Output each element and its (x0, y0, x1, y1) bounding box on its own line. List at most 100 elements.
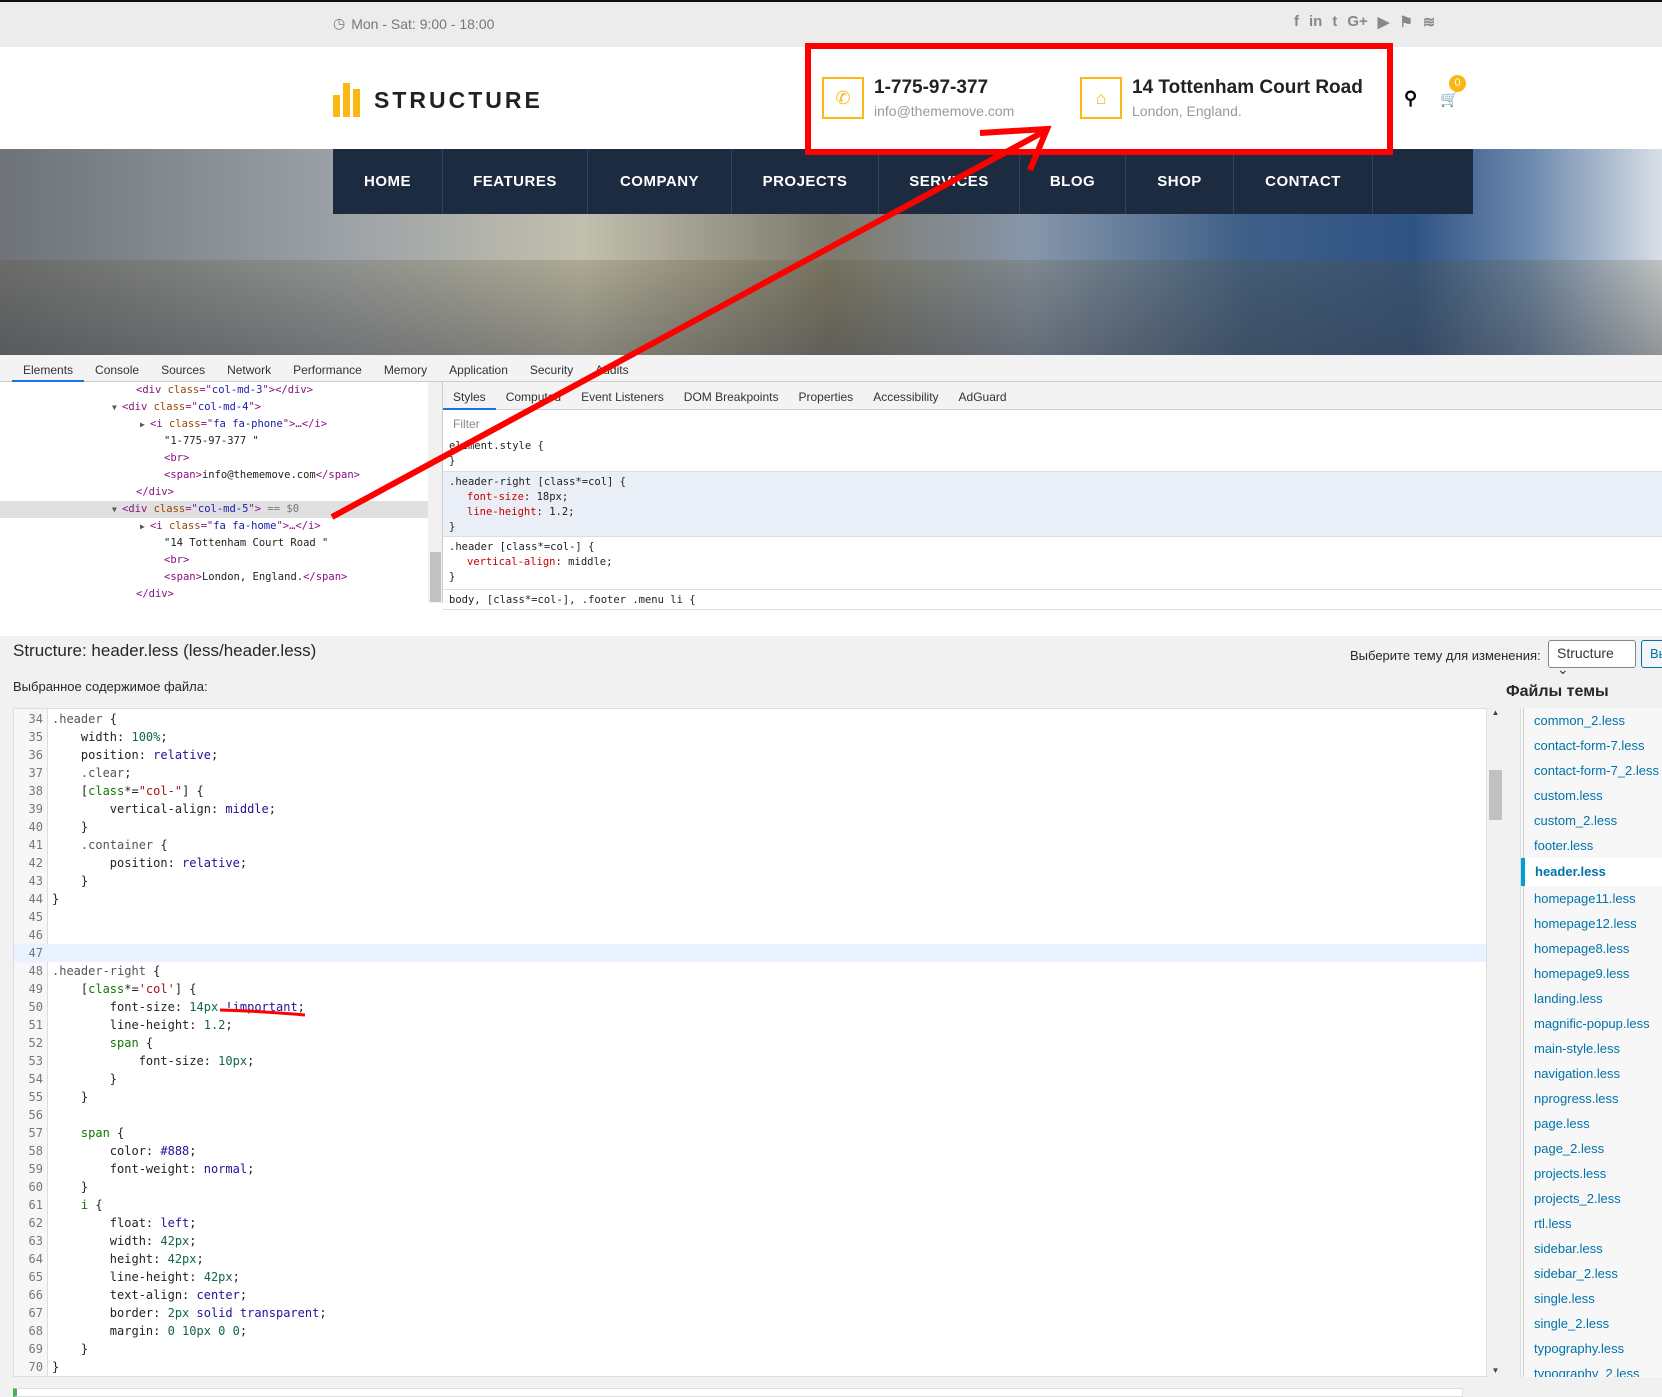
code-line[interactable]: 66 text-align: center; (14, 1286, 1486, 1304)
nav-blog[interactable]: BLOG (1020, 149, 1126, 214)
code-line[interactable]: 35 width: 100%; (14, 728, 1486, 746)
rss-icon[interactable]: ≋ (1423, 13, 1436, 31)
file-link[interactable]: landing.less (1523, 986, 1662, 1011)
file-link[interactable]: rtl.less (1523, 1211, 1662, 1236)
code-line[interactable]: 44} (14, 890, 1486, 908)
code-line[interactable]: 47 (14, 944, 1486, 962)
code-line[interactable]: 55 } (14, 1088, 1486, 1106)
google-plus-icon[interactable]: G+ (1347, 13, 1367, 31)
rule-property[interactable]: font-size: 18px; (449, 490, 1656, 505)
devtools-tab-sources[interactable]: Sources (150, 355, 216, 382)
file-link[interactable]: nprogress.less (1523, 1086, 1662, 1111)
devtools-tab-performance[interactable]: Performance (282, 355, 373, 382)
twitter-icon[interactable]: t (1332, 13, 1337, 31)
code-line[interactable]: 46 (14, 926, 1486, 944)
code-line[interactable]: 52 span { (14, 1034, 1486, 1052)
code-line[interactable]: 69 } (14, 1340, 1486, 1358)
file-link[interactable]: single_2.less (1523, 1311, 1662, 1336)
dom-node[interactable]: </div> (0, 484, 428, 501)
code-line[interactable]: 62 float: left; (14, 1214, 1486, 1232)
nav-company[interactable]: COMPANY (588, 149, 732, 214)
code-line[interactable]: 51 line-height: 1.2; (14, 1016, 1486, 1034)
disclosure-triangle-icon[interactable]: ▼ (112, 399, 122, 416)
code-line[interactable]: 64 height: 42px; (14, 1250, 1486, 1268)
code-line[interactable]: 70} (14, 1358, 1486, 1376)
file-link[interactable]: page.less (1523, 1111, 1662, 1136)
linkedin-icon[interactable]: in (1309, 13, 1322, 31)
rule-property[interactable]: line-height: 1.2; (449, 505, 1656, 520)
code-line[interactable]: 63 width: 42px; (14, 1232, 1486, 1250)
file-link[interactable]: common_2.less (1523, 708, 1662, 733)
file-link[interactable]: projects_2.less (1523, 1186, 1662, 1211)
disclosure-triangle-icon[interactable]: ▶ (140, 416, 150, 433)
styles-tab-dom-breakpoints[interactable]: DOM Breakpoints (674, 382, 789, 410)
devtools-tab-application[interactable]: Application (438, 355, 519, 382)
facebook-icon[interactable]: f (1294, 13, 1299, 31)
logo[interactable]: STRUCTURE (333, 83, 543, 117)
file-link[interactable]: page_2.less (1523, 1136, 1662, 1161)
dom-node[interactable]: "1-775-97-377 " (0, 433, 428, 450)
select-theme-button[interactable]: Выбрать (1641, 640, 1662, 668)
devtools-tab-memory[interactable]: Memory (373, 355, 438, 382)
code-line[interactable]: 42 position: relative; (14, 854, 1486, 872)
code-line[interactable]: 53 font-size: 10px; (14, 1052, 1486, 1070)
dom-node[interactable]: <br> (0, 450, 428, 467)
file-link[interactable]: custom_2.less (1523, 808, 1662, 833)
nav-features[interactable]: FEATURES (443, 149, 588, 214)
code-line[interactable]: 50 font-size: 14px !important; (14, 998, 1486, 1016)
file-link[interactable]: homepage12.less (1523, 911, 1662, 936)
nav-projects[interactable]: PROJECTS (732, 149, 879, 214)
file-link[interactable]: typography.less (1523, 1336, 1662, 1361)
devtools-tab-elements[interactable]: Elements (12, 355, 85, 382)
styles-tab-adguard[interactable]: AdGuard (949, 382, 1017, 410)
rule-property[interactable]: vertical-align: middle; (449, 555, 1656, 570)
code-line[interactable]: 41 .container { (14, 836, 1486, 854)
code-line[interactable]: 40 } (14, 818, 1486, 836)
code-line[interactable]: 38 [class*="col-"] { (14, 782, 1486, 800)
code-line[interactable]: 54 } (14, 1070, 1486, 1088)
dom-node[interactable]: </div> (0, 586, 428, 603)
cart-icon[interactable]: 🛒 (1440, 90, 1459, 108)
nav-contact[interactable]: CONTACT (1234, 149, 1373, 214)
editor-scroll-thumb[interactable] (1489, 770, 1502, 820)
file-link[interactable]: main-style.less (1523, 1036, 1662, 1061)
code-line[interactable]: 37 .clear; (14, 764, 1486, 782)
file-link[interactable]: navigation.less (1523, 1061, 1662, 1086)
elements-scrollbar[interactable] (428, 382, 443, 603)
dom-node[interactable]: ▼ <div class="col-md-5"> == $0 (0, 501, 428, 518)
file-link[interactable]: homepage11.less (1523, 886, 1662, 911)
code-line[interactable]: 59 font-weight: normal; (14, 1160, 1486, 1178)
styles-tab-styles[interactable]: Styles (443, 382, 496, 410)
nav-services[interactable]: SERVICES (879, 149, 1020, 214)
youtube-icon[interactable]: ▶ (1378, 13, 1390, 31)
code-line[interactable]: 34 .header { (14, 710, 1486, 728)
search-icon[interactable]: ⚲ (1404, 88, 1417, 109)
theme-select[interactable]: Structure ⌄ (1548, 640, 1636, 677)
file-link[interactable]: custom.less (1523, 783, 1662, 808)
styles-tab-computed[interactable]: Computed (496, 382, 571, 410)
disclosure-triangle-icon[interactable]: ▶ (140, 518, 150, 535)
file-link[interactable]: homepage8.less (1523, 936, 1662, 961)
file-link[interactable]: single.less (1523, 1286, 1662, 1311)
file-link[interactable]: contact-form-7.less (1523, 733, 1662, 758)
code-line[interactable]: 61 i { (14, 1196, 1486, 1214)
code-line[interactable]: 60 } (14, 1178, 1486, 1196)
code-line[interactable]: 36 position: relative; (14, 746, 1486, 764)
code-line[interactable]: 43 } (14, 872, 1486, 890)
dom-node[interactable]: ▶ <i class="fa fa-home">…</i> (0, 518, 428, 535)
code-line[interactable]: 68 margin: 0 10px 0 0; (14, 1322, 1486, 1340)
nav-home[interactable]: HOME (333, 149, 443, 214)
file-link[interactable]: sidebar_2.less (1523, 1261, 1662, 1286)
file-link[interactable]: typography_2.less (1523, 1361, 1662, 1377)
code-line[interactable]: 67 border: 2px solid transparent; (14, 1304, 1486, 1322)
code-line[interactable]: 57 span { (14, 1124, 1486, 1142)
disclosure-triangle-icon[interactable]: ▼ (112, 501, 122, 518)
file-link[interactable]: magnific-popup.less (1523, 1011, 1662, 1036)
code-line[interactable]: 48 .header-right { (14, 962, 1486, 980)
file-link[interactable]: footer.less (1523, 833, 1662, 858)
styles-tab-accessibility[interactable]: Accessibility (863, 382, 948, 410)
file-link[interactable]: projects.less (1523, 1161, 1662, 1186)
code-line[interactable]: 49 [class*='col'] { (14, 980, 1486, 998)
dom-node[interactable]: ▼ <div class="col-md-4"> (0, 399, 428, 416)
file-link[interactable]: contact-form-7_2.less (1523, 758, 1662, 783)
